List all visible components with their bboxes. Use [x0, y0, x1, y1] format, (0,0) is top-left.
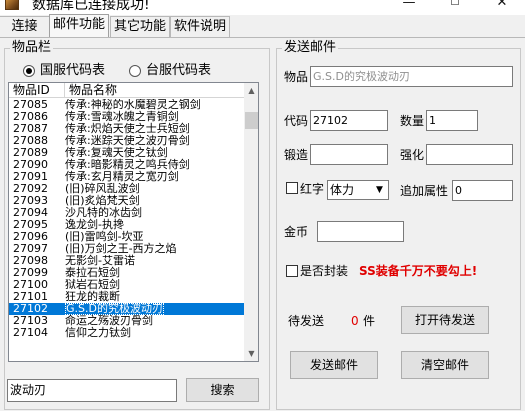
gold-field[interactable] — [317, 221, 404, 242]
search-button[interactable]: 搜索 — [186, 378, 259, 402]
forge-field[interactable] — [310, 144, 388, 165]
pending-unit: 件 — [363, 314, 376, 328]
scroll-down-arrow-icon[interactable]: ▼ — [244, 346, 258, 361]
scroll-thumb[interactable] — [245, 112, 258, 129]
code-field[interactable]: 27102 — [310, 110, 388, 131]
scroll-up-arrow-icon[interactable]: ▲ — [244, 83, 258, 98]
title-bar: 数据库已连接成功! — ☐ ✕ — [0, 0, 525, 15]
item-list[interactable]: 物品ID 物品名称 27085 传承:神秘的水魔碧灵之钢剑 27086 传承:雪魂冰魄… — [8, 82, 259, 362]
tab-other[interactable]: 其它功能 — [110, 16, 170, 37]
item-label: 物品 — [284, 70, 309, 84]
close-button[interactable]: ✕ — [479, 0, 525, 10]
extra-attribute-label: 追加属性 — [400, 184, 449, 198]
radio-tw-indicator[interactable] — [129, 65, 141, 77]
list-item[interactable]: 27104 信仰之力钛剑 — [9, 327, 244, 339]
maximize-button[interactable]: ☐ — [432, 0, 478, 12]
send-mail-button[interactable]: 发送邮件 — [290, 351, 378, 379]
tab-mail[interactable]: 邮件功能 — [49, 14, 109, 37]
window-title: 数据库已连接成功! — [32, 0, 150, 13]
clear-mail-button[interactable]: 清空邮件 — [401, 351, 489, 379]
red-name-label: 红字 — [300, 182, 325, 196]
item-id: 27104 — [13, 326, 48, 339]
tab-connect[interactable]: 连接 — [0, 16, 50, 37]
column-header-name[interactable]: 物品名称 — [65, 83, 244, 98]
radio-cn-indicator[interactable] — [23, 65, 35, 77]
attribute-select-value: 体力 — [330, 183, 355, 197]
column-header-id[interactable]: 物品ID — [9, 83, 65, 98]
pending-label: 待发送 — [288, 314, 325, 328]
attribute-select[interactable]: 体力 ▼ — [327, 180, 389, 200]
search-input[interactable]: 波动刃 — [7, 379, 177, 402]
item-name-field[interactable]: G.S.D的究极波动刃 — [310, 66, 513, 87]
quantity-label: 数量 — [400, 114, 425, 128]
item-name: 信仰之力钛剑 — [65, 326, 131, 339]
enhance-field[interactable] — [426, 144, 513, 165]
pending-count: 0 — [351, 314, 359, 328]
tab-divider — [0, 37, 525, 38]
mail-panel-legend: 发送邮件 — [282, 40, 339, 56]
red-name-checkbox[interactable] — [286, 182, 298, 194]
app-icon — [5, 0, 19, 10]
minimize-button[interactable]: — — [386, 0, 432, 10]
forge-label: 锻造 — [284, 148, 309, 162]
warning-text: SS装备千万不要勾上! — [359, 264, 478, 278]
tab-bar: 连接 邮件功能 其它功能 软件说明 — [0, 14, 525, 37]
open-pending-button[interactable]: 打开待发送 — [401, 306, 489, 334]
code-label: 代码 — [284, 114, 309, 128]
sealed-label: 是否封装 — [300, 264, 349, 278]
quantity-field[interactable]: 1 — [426, 110, 478, 131]
item-panel-legend: 物品栏 — [10, 40, 54, 56]
sealed-checkbox[interactable] — [286, 265, 298, 277]
item-list-rows: 27085 传承:神秘的水魔碧灵之钢剑 27086 传承:雪魂冰魄之青铜剑 27087 传… — [9, 99, 244, 361]
item-list-scrollbar[interactable]: ▲ ▼ — [244, 83, 258, 361]
gold-label: 金币 — [284, 225, 309, 239]
radio-tw-label: 台服代码表 — [146, 63, 212, 78]
chevron-down-icon[interactable]: ▼ — [372, 182, 387, 198]
tab-help[interactable]: 软件说明 — [170, 16, 230, 37]
enhance-label: 强化 — [400, 148, 425, 162]
extra-attribute-field[interactable]: 0 — [452, 180, 513, 201]
radio-cn-label: 国服代码表 — [40, 63, 106, 78]
item-list-header: 物品ID 物品名称 — [9, 83, 244, 98]
